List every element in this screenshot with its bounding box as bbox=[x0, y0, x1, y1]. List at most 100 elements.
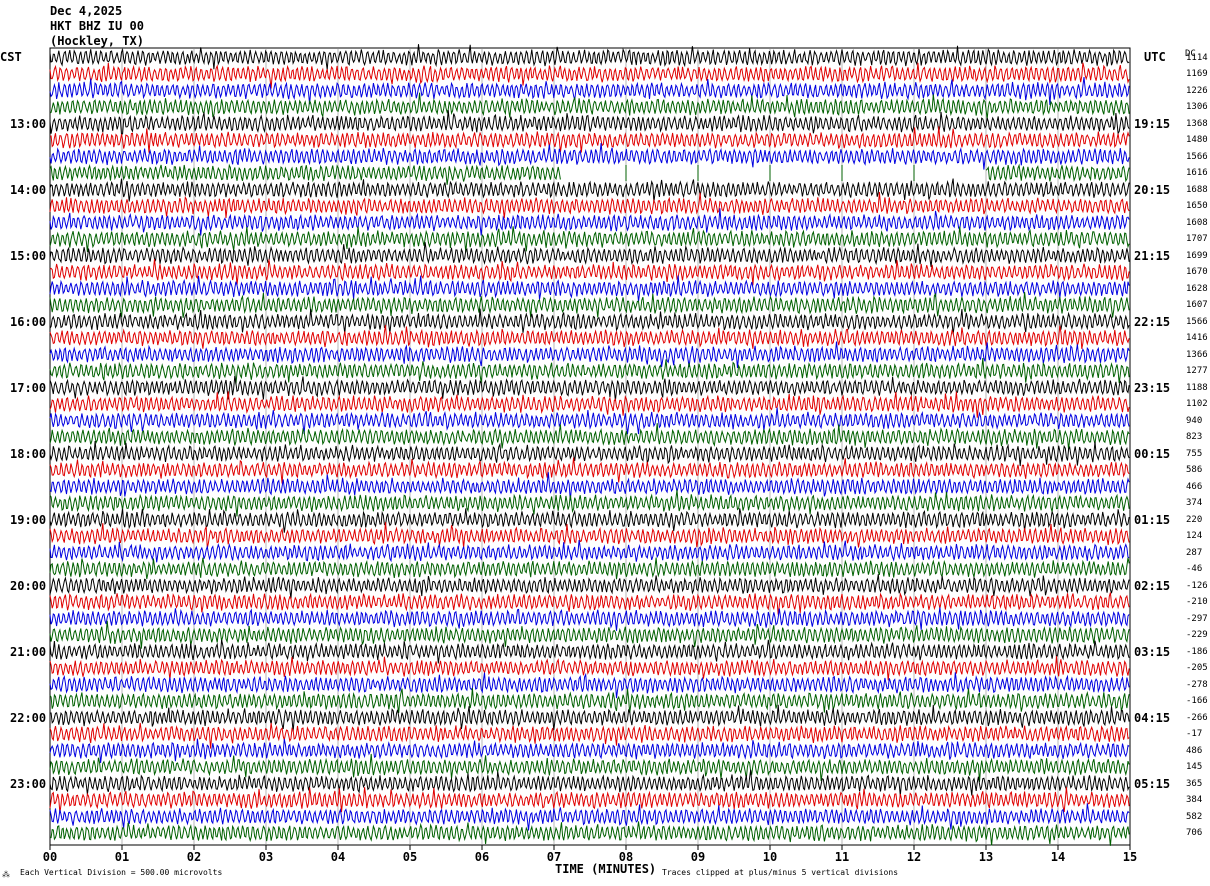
dc-offset-label: -297 bbox=[1186, 613, 1208, 624]
dc-offset-label: 365 bbox=[1186, 778, 1203, 789]
trace-line-22 bbox=[49, 391, 1130, 418]
dc-offset-label: 823 bbox=[1186, 432, 1203, 442]
trace-line-12 bbox=[49, 226, 1130, 253]
x-tick-label: 15 bbox=[1123, 850, 1137, 864]
left-hour-label: 20:00 bbox=[10, 578, 47, 593]
dc-offset-label: 1607 bbox=[1186, 300, 1208, 310]
x-tick-label: 10 bbox=[763, 850, 777, 864]
dc-offset-label: 1368 bbox=[1186, 118, 1208, 129]
trace-line-21 bbox=[49, 375, 1130, 401]
dc-offset-label: 1699 bbox=[1186, 250, 1208, 261]
trace-line-26 bbox=[49, 457, 1130, 484]
left-hour-label: 19:00 bbox=[10, 512, 47, 527]
left-hour-label: 23:00 bbox=[10, 776, 47, 791]
dc-offset-label: 706 bbox=[1186, 828, 1203, 838]
dc-offset-label: 1226 bbox=[1186, 85, 1208, 96]
dc-offset-label: 374 bbox=[1186, 498, 1203, 508]
dc-offset-label: -166 bbox=[1186, 696, 1208, 706]
right-hour-label: 19:15 bbox=[1134, 116, 1171, 131]
dc-offset-label: 1650 bbox=[1186, 201, 1208, 211]
dc-offset-label: 1628 bbox=[1186, 283, 1208, 294]
dc-offset-label: 1188 bbox=[1186, 382, 1208, 393]
x-tick-label: 13 bbox=[979, 850, 993, 864]
trace-line-11 bbox=[49, 208, 1130, 236]
x-tick-label: 09 bbox=[691, 850, 705, 864]
dc-offset-label: -210 bbox=[1186, 597, 1208, 607]
trace-line-17 bbox=[49, 308, 1130, 335]
trace-line-46 bbox=[49, 786, 1130, 813]
x-tick-label: 00 bbox=[43, 850, 57, 864]
left-hour-label: 21:00 bbox=[10, 644, 47, 659]
trace-line-43 bbox=[49, 738, 1130, 764]
trace-line-34 bbox=[49, 592, 1130, 615]
x-tick-label: 03 bbox=[259, 850, 273, 864]
dc-offset-label: 1707 bbox=[1186, 234, 1208, 244]
trace-line-18 bbox=[49, 325, 1130, 349]
left-hour-label: 15:00 bbox=[10, 248, 47, 263]
trace-line-33 bbox=[49, 574, 1130, 599]
dc-offset-label: 1688 bbox=[1186, 184, 1208, 195]
right-hour-label: 23:15 bbox=[1134, 380, 1171, 395]
trace-line-37 bbox=[49, 639, 1130, 664]
dc-offset-label: 755 bbox=[1186, 448, 1203, 459]
trace-line-42 bbox=[49, 722, 1130, 749]
trace-line-10 bbox=[49, 192, 1130, 219]
dc-offset-label: 586 bbox=[1186, 465, 1203, 475]
x-axis-title: TIME (MINUTES) bbox=[555, 862, 657, 876]
dc-offset-label: -205 bbox=[1186, 663, 1208, 673]
trace-line-44 bbox=[49, 753, 1130, 783]
trace-line-41 bbox=[50, 704, 1130, 732]
x-tick-label: 01 bbox=[115, 850, 129, 864]
x-tick-label: 12 bbox=[907, 850, 921, 864]
trace-line-32 bbox=[49, 557, 1130, 580]
clip-note: Traces clipped at plus/minus 5 vertical … bbox=[662, 868, 899, 877]
x-tick-label: 14 bbox=[1051, 850, 1065, 864]
dc-offset-label: 466 bbox=[1186, 481, 1203, 492]
dc-offset-label: 1480 bbox=[1186, 135, 1208, 145]
right-hour-label: 02:15 bbox=[1134, 578, 1171, 593]
dc-offset-label: 940 bbox=[1186, 415, 1203, 426]
x-tick-label: 11 bbox=[835, 850, 849, 864]
trace-line-16 bbox=[49, 291, 1130, 318]
trace-line-4 bbox=[49, 92, 1130, 119]
dc-offset-label: 287 bbox=[1186, 547, 1203, 558]
right-hour-label: 04:15 bbox=[1134, 710, 1171, 725]
left-hour-label: 17:00 bbox=[10, 380, 47, 395]
trace-line-40 bbox=[49, 688, 1130, 714]
trace-line-30 bbox=[49, 522, 1130, 549]
dc-offset-label: -278 bbox=[1186, 679, 1208, 690]
trace-line-38 bbox=[49, 656, 1130, 681]
trace-line-29 bbox=[49, 508, 1130, 533]
dc-offset-label: 384 bbox=[1186, 795, 1203, 805]
trace-line-8 bbox=[49, 163, 1130, 185]
trace-line-7 bbox=[49, 143, 1130, 170]
corner-mark: ⁂ bbox=[2, 870, 10, 879]
helicorder-plot: 00 01 02 03 04 05 06 07 08 09 10 11 12 13 14 15 bbox=[43, 44, 1137, 864]
dc-offset-label: 1114 bbox=[1186, 52, 1208, 63]
x-tick-label: 02 bbox=[187, 850, 201, 864]
dc-offset-label: 1169 bbox=[1186, 69, 1208, 79]
trace-line-45 bbox=[49, 769, 1130, 796]
left-hour-label: 18:00 bbox=[10, 446, 47, 461]
right-hour-label: 01:15 bbox=[1134, 512, 1171, 527]
dc-offset-label: 1566 bbox=[1186, 151, 1208, 162]
left-hour-label: 16:00 bbox=[10, 314, 47, 329]
left-hour-label: 14:00 bbox=[10, 182, 47, 197]
dc-offset-label: 1416 bbox=[1186, 333, 1208, 343]
dc-offset-label: 1366 bbox=[1186, 349, 1208, 360]
right-hour-label: 21:15 bbox=[1134, 248, 1171, 263]
dc-offset-label: -17 bbox=[1186, 729, 1203, 739]
dc-offset-label: -186 bbox=[1186, 646, 1208, 657]
plot-frame bbox=[49, 47, 1131, 846]
x-tick-label: 04 bbox=[331, 850, 345, 864]
trace-line-2 bbox=[49, 62, 1130, 89]
trace-line-35 bbox=[49, 607, 1130, 631]
right-hour-label: 20:15 bbox=[1134, 182, 1171, 197]
trace-line-25 bbox=[49, 440, 1130, 467]
dc-offset-label: -266 bbox=[1186, 712, 1208, 723]
trace-line-23 bbox=[49, 407, 1130, 435]
dc-offset-label: 1306 bbox=[1186, 102, 1208, 112]
dc-offset-label: -229 bbox=[1186, 630, 1208, 640]
dc-offset-label: 582 bbox=[1186, 811, 1203, 822]
dc-offset-label: 220 bbox=[1186, 514, 1203, 525]
